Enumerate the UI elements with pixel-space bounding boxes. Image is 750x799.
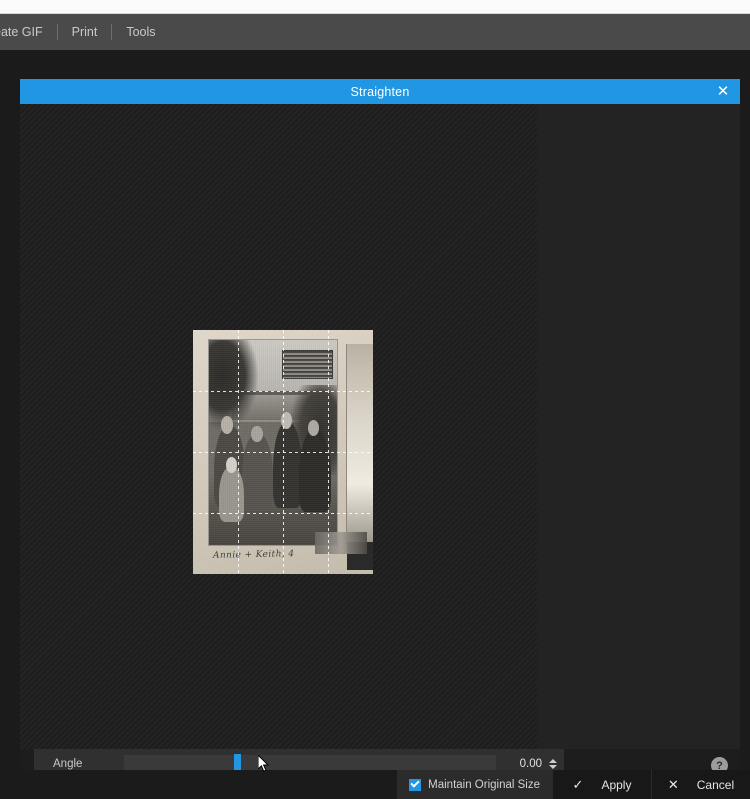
dialog-action-bar: Maintain Original Size ✓ Apply ✕ Cancel [0, 770, 750, 799]
menu-item-tools[interactable]: Tools [112, 14, 169, 50]
apply-button[interactable]: ✓ Apply [552, 770, 651, 799]
menubar: eate GIF Print Tools [0, 14, 750, 50]
angle-spinner[interactable] [542, 759, 564, 769]
photo-signboard [281, 350, 333, 379]
photo-person [298, 430, 331, 513]
photo-container[interactable]: Annie + Keith, 4 [193, 330, 373, 574]
app-window: eate GIF Print Tools Straighten ✕ [0, 0, 750, 799]
menu-item-create-gif[interactable]: eate GIF [0, 14, 57, 50]
photo-caption-handwriting: Annie + Keith, 4 [212, 549, 295, 561]
close-icon: ✕ [667, 776, 679, 792]
photo-tree-left [209, 340, 258, 431]
photo-person-head [251, 426, 263, 443]
photo-image: Annie + Keith, 4 [193, 330, 373, 574]
menu-item-print[interactable]: Print [58, 14, 112, 50]
photo-person [242, 434, 273, 511]
cancel-button[interactable]: ✕ Cancel [651, 770, 750, 799]
check-icon: ✓ [572, 776, 584, 792]
dialog-titlebar: Straighten ✕ [20, 79, 740, 104]
straighten-dialog: Straighten ✕ Annie + Keith, 4 Angle 0.00… [20, 79, 740, 799]
scan-smudge [315, 532, 367, 554]
adjacent-scan-sliver [346, 344, 373, 570]
checkbox-checked-icon[interactable] [409, 778, 422, 791]
close-icon[interactable]: ✕ [714, 83, 732, 101]
spinner-up-icon[interactable] [549, 759, 557, 763]
spinner-down-icon[interactable] [549, 765, 557, 769]
window-top-strip [0, 0, 750, 14]
cancel-button-label: Cancel [696, 777, 735, 792]
apply-button-label: Apply [601, 777, 632, 792]
angle-label: Angle [53, 758, 83, 770]
maintain-original-size-label: Maintain Original Size [428, 778, 540, 791]
angle-value-field[interactable]: 0.00 [502, 758, 542, 770]
black-and-white-print [209, 340, 337, 545]
image-canvas[interactable]: Annie + Keith, 4 [20, 104, 740, 749]
dialog-title: Straighten [350, 84, 410, 99]
maintain-original-size-checkbox[interactable]: Maintain Original Size [397, 770, 552, 799]
canvas-plain-region [537, 104, 740, 749]
photo-child [219, 467, 244, 523]
